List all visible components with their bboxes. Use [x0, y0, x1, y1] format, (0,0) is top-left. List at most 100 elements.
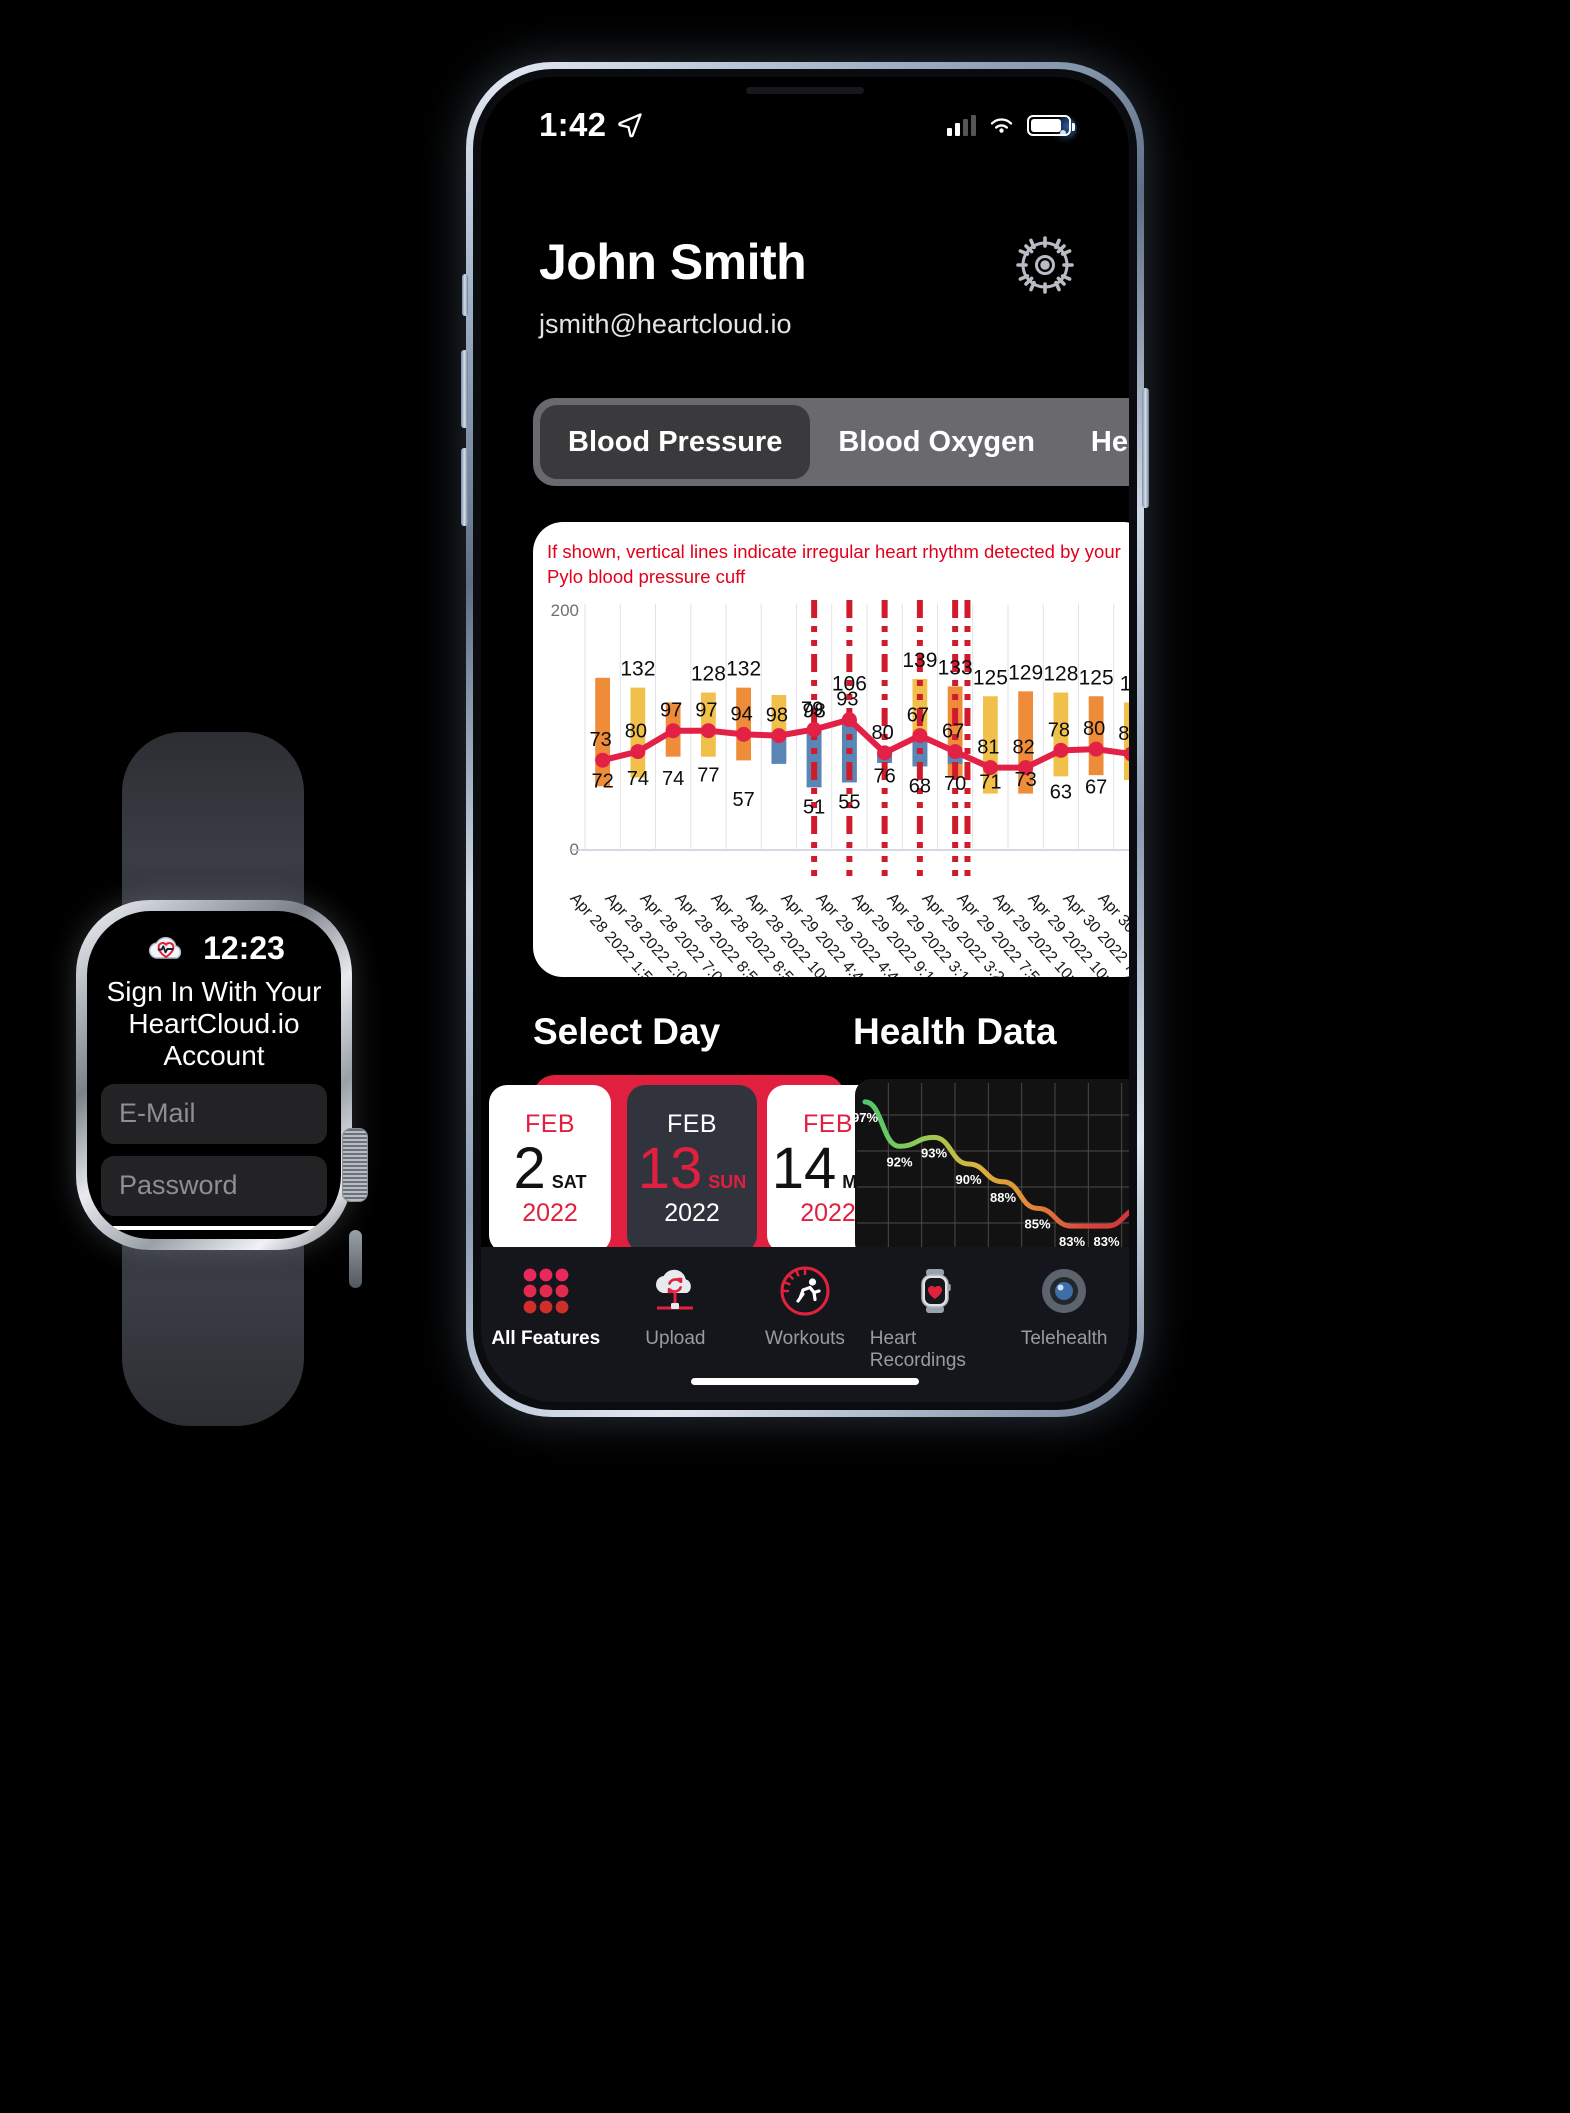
status-time: 1:42 — [539, 106, 607, 143]
svg-text:72: 72 — [592, 770, 614, 792]
svg-text:125: 125 — [973, 666, 1008, 689]
svg-text:67: 67 — [907, 705, 929, 727]
tab-workouts[interactable]: Workouts — [740, 1263, 870, 1350]
svg-text:67: 67 — [1085, 777, 1107, 799]
watch-side-button[interactable] — [349, 1230, 362, 1288]
svg-text:81: 81 — [977, 737, 999, 759]
tab-upload[interactable]: Upload — [611, 1263, 741, 1350]
svg-text:77: 77 — [697, 764, 719, 786]
cloud-upload-icon — [647, 1263, 703, 1319]
day-card-month: FEB — [802, 1110, 854, 1139]
volume-down-button[interactable] — [461, 448, 468, 526]
svg-text:73: 73 — [1015, 769, 1037, 791]
svg-text:132: 132 — [726, 658, 761, 681]
apple-watch-device: 12:23 Sign In With Your HeartCloud.io Ac… — [38, 732, 388, 1426]
chart-x-axis: Apr 28 2022 1:58 PM Apr 28 2022 2:03 PM Ap… — [533, 884, 1129, 977]
svg-text:93%: 93% — [921, 1145, 947, 1160]
svg-text:57: 57 — [733, 789, 755, 811]
svg-text:128: 128 — [691, 663, 726, 686]
tab-blood-oxygen[interactable]: Blood Oxygen — [810, 405, 1063, 479]
svg-text:97: 97 — [695, 700, 717, 722]
svg-text:67: 67 — [942, 721, 964, 743]
svg-text:94: 94 — [731, 703, 753, 725]
tab-heart-recordings[interactable]: Heart Recordings — [870, 1263, 1000, 1372]
day-card-weekday: SAT — [551, 1172, 587, 1193]
location-arrow-icon — [618, 113, 642, 138]
day-card-year: 2022 — [800, 1198, 856, 1227]
watch-case: 12:23 Sign In With Your HeartCloud.io Ac… — [76, 900, 368, 1288]
email-field[interactable]: E-Mail — [101, 1083, 327, 1144]
svg-text:80: 80 — [872, 722, 894, 744]
tab-label: Telehealth — [1020, 1328, 1108, 1349]
watch-time: 12:23 — [203, 930, 285, 966]
day-card-weekday: SUN — [708, 1172, 747, 1193]
svg-text:88%: 88% — [990, 1190, 1016, 1205]
svg-text:74: 74 — [662, 768, 684, 790]
day-card-day: 13 — [637, 1136, 703, 1202]
metric-segmented-control[interactable]: Blood Pressure Blood Oxygen Heart Rate — [533, 398, 1129, 486]
svg-text:68: 68 — [909, 775, 931, 797]
volume-up-button[interactable] — [461, 350, 468, 428]
svg-text:132: 132 — [620, 658, 655, 681]
tab-blood-pressure[interactable]: Blood Pressure — [540, 405, 811, 479]
svg-text:73: 73 — [590, 729, 612, 751]
telehealth-camera-icon — [1036, 1263, 1092, 1319]
tab-label: Upload — [645, 1328, 706, 1349]
grid-dots-icon — [518, 1263, 574, 1319]
day-and-health-row: FEB 2 SAT 2022 FEB 13 SUN 2022 FEB 14 20… — [481, 1075, 1129, 1263]
tab-label: Workouts — [765, 1328, 845, 1349]
blood-pressure-chart-card[interactable]: If shown, vertical lines indicate irregu… — [533, 522, 1129, 977]
svg-text:133: 133 — [938, 656, 973, 679]
svg-text:200: 200 — [551, 601, 579, 620]
svg-text:51: 51 — [803, 796, 825, 818]
svg-text:74: 74 — [627, 768, 649, 790]
power-button[interactable] — [1142, 388, 1149, 508]
day-card-prev[interactable]: FEB 2 SAT 2022 — [489, 1085, 611, 1253]
svg-text:63: 63 — [1050, 782, 1072, 804]
tab-heart-rate[interactable]: Heart Rate — [1063, 405, 1129, 479]
tab-label: All Features — [491, 1328, 601, 1349]
select-day-heading: Select Day — [533, 1011, 721, 1052]
wifi-icon — [990, 117, 1013, 133]
runner-icon — [777, 1263, 833, 1319]
svg-text:97%: 97% — [855, 1110, 878, 1125]
day-card-selected[interactable]: FEB 13 SUN 2022 — [627, 1085, 757, 1253]
watch-screen: 12:23 Sign In With Your HeartCloud.io Ac… — [87, 911, 341, 1239]
watch-signin-title: Sign In With Your HeartCloud.io Account — [106, 976, 322, 1071]
day-card-year: 2022 — [664, 1198, 720, 1227]
mute-switch[interactable] — [462, 274, 468, 316]
svg-text:76: 76 — [874, 766, 896, 788]
svg-text:55: 55 — [838, 791, 860, 813]
screenshot-stage: 1:42 John Smith jsmith@heartcloud.io Blo… — [0, 0, 1570, 2113]
iphone-device: 1:42 John Smith jsmith@heartcloud.io Blo… — [461, 62, 1149, 1417]
health-data-chart-card[interactable]: 97%92%93%90%88%85%83%83%85 — [855, 1079, 1129, 1259]
status-bar-left: 1:42 — [539, 106, 644, 144]
gear-icon[interactable] — [1013, 233, 1077, 297]
tab-label: Heart Recordings — [869, 1328, 966, 1371]
svg-text:98: 98 — [766, 705, 788, 727]
svg-text:70: 70 — [944, 773, 966, 795]
svg-text:80: 80 — [625, 721, 647, 743]
battery-icon — [1027, 114, 1075, 136]
tab-all-features[interactable]: All Features — [481, 1263, 611, 1350]
health-data-plot: 97%92%93%90%88%85%83%83%85 — [855, 1083, 1129, 1255]
svg-text:92%: 92% — [886, 1154, 912, 1169]
svg-text:78: 78 — [1048, 719, 1070, 741]
digital-crown[interactable] — [342, 1128, 368, 1202]
home-indicator[interactable] — [691, 1378, 919, 1385]
phone-screen: 1:42 John Smith jsmith@heartcloud.io Blo… — [481, 77, 1129, 1402]
svg-text:85%: 85% — [1024, 1216, 1050, 1231]
health-data-heading: Health Data — [853, 1011, 1057, 1052]
irregular-rhythm-note: If shown, vertical lines indicate irregu… — [547, 541, 1121, 587]
svg-text:129: 129 — [1008, 661, 1043, 684]
password-field[interactable]: Password — [101, 1155, 327, 1216]
blood-pressure-plot: 2000132128132981061391331251291281251273… — [551, 600, 1129, 876]
tab-telehealth[interactable]: Telehealth — [999, 1263, 1129, 1350]
svg-text:12: 12 — [1120, 672, 1129, 695]
watch-heart-icon — [907, 1263, 963, 1319]
cloud-heartbeat-icon — [143, 927, 189, 970]
day-card-day: 2 — [513, 1136, 546, 1202]
svg-text:93: 93 — [836, 689, 858, 711]
status-bar: 1:42 — [481, 77, 1129, 173]
svg-text:125: 125 — [1079, 666, 1114, 689]
